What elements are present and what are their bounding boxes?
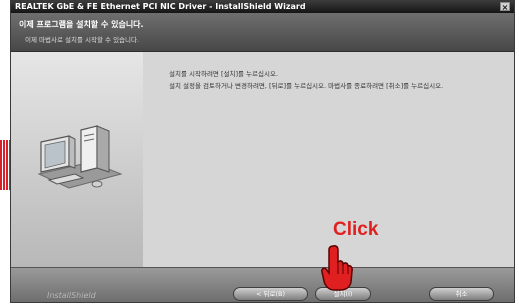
instruction-line-1: 설치를 시작하려면 [설치]를 누르십시오. [169,70,279,78]
instruction-line-2: 설치 설정을 검토하거나 변경하려면, [뒤로]를 누르십시오. 마법사를 종료… [169,82,444,90]
title-bar: REALTEK GbE & FE Ethernet PCI NIC Driver… [11,1,514,13]
click-annotation: Click [333,219,379,240]
installshield-brand: InstallShield [47,291,96,300]
computer-icon [35,122,125,206]
back-button[interactable]: < 뒤로(B) [233,287,308,301]
button-bar: InstallShield < 뒤로(B) 설치(I) 취소 [11,267,514,302]
window-title: REALTEK GbE & FE Ethernet PCI NIC Driver… [15,2,306,11]
close-button[interactable]: × [500,2,510,12]
content-area: 설치를 시작하려면 [설치]를 누르십시오. 설치 설정을 검토하거나 변경하려… [143,52,514,267]
side-red-marker [0,140,10,190]
cancel-button[interactable]: 취소 [429,287,494,301]
header-subtitle: 이제 마법사로 설치를 시작할 수 있습니다. [25,36,140,44]
installer-window: REALTEK GbE & FE Ethernet PCI NIC Driver… [10,0,515,303]
pointing-hand-icon [320,244,354,296]
left-graphic-panel [11,52,143,267]
header-title: 이제 프로그램을 설치할 수 있습니다. [19,20,144,29]
wizard-header: 이제 프로그램을 설치할 수 있습니다. 이제 마법사로 설치를 시작할 수 있… [11,13,514,52]
